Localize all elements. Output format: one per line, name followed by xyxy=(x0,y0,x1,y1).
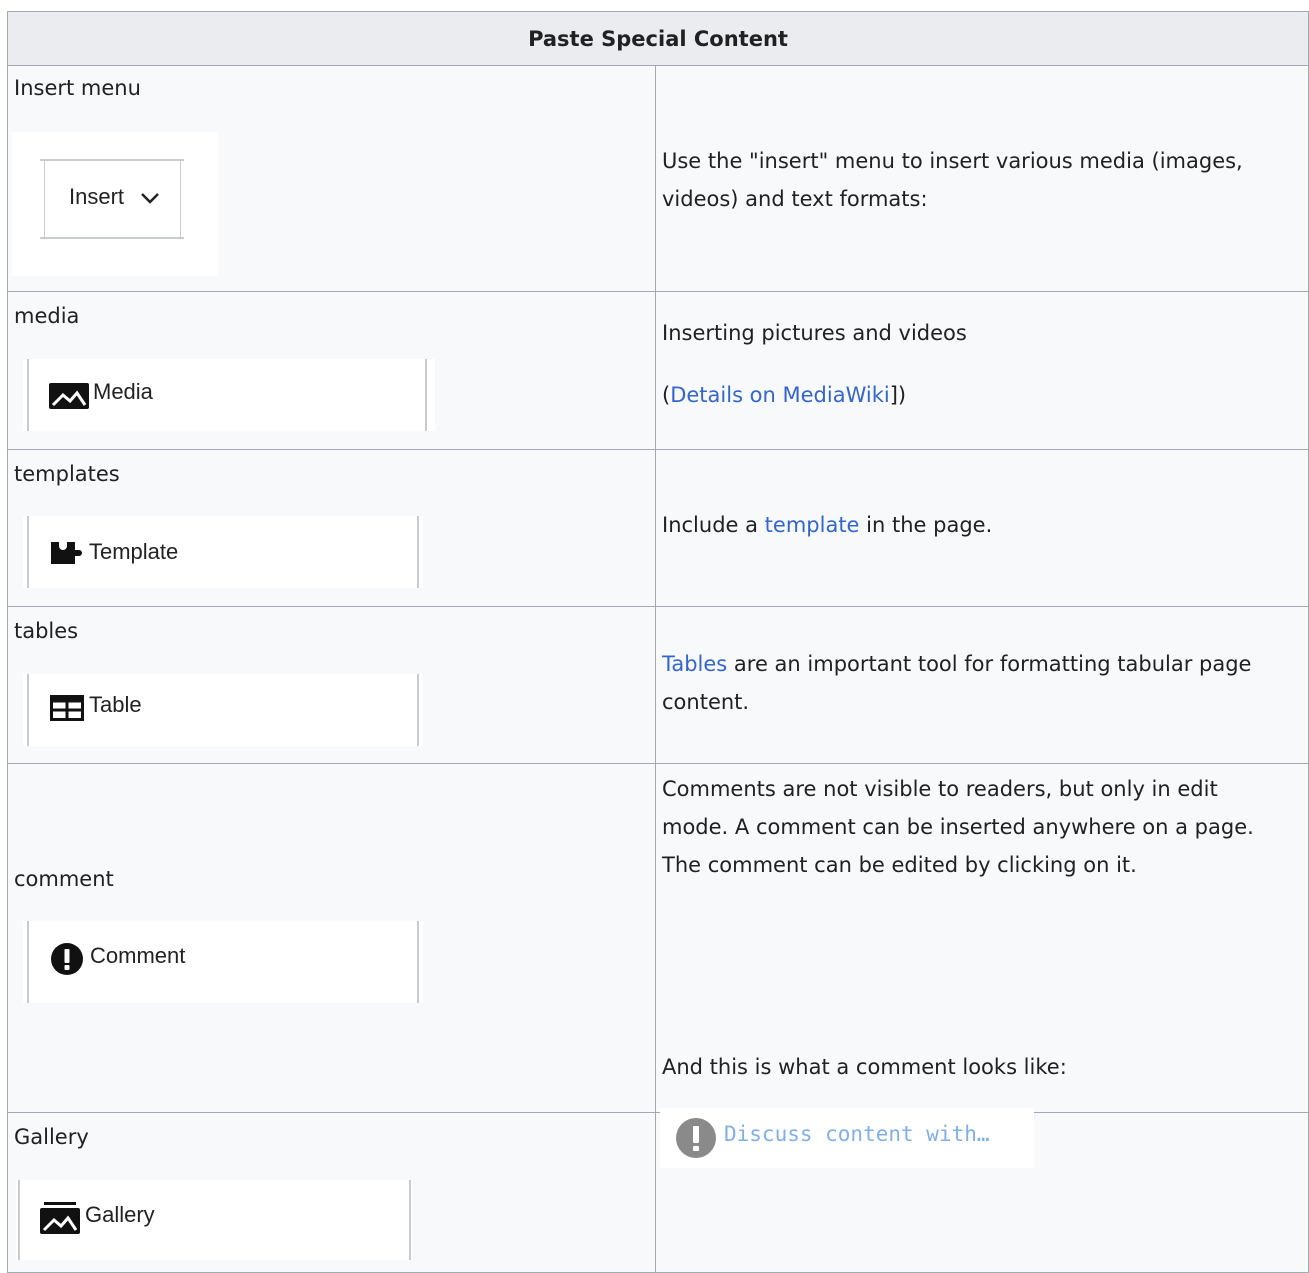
table-row: Insert menu Insert Use the "insert" menu… xyxy=(7,65,1309,292)
row-description: Tables are an important tool for formatt… xyxy=(662,645,1282,721)
table-row: media Media Inserting pictures and video… xyxy=(7,291,1309,450)
template-button-screenshot: Template xyxy=(23,516,423,588)
template-link[interactable]: template xyxy=(765,513,860,537)
gallery-icon xyxy=(40,1202,80,1234)
row-label-cell: media Media xyxy=(7,291,656,450)
details-on-mediawiki-link[interactable]: Details on MediaWiki xyxy=(670,383,890,407)
table-row: Gallery Gallery xyxy=(7,1112,1309,1273)
table-header-row: Paste Special Content xyxy=(7,11,1309,66)
template-desc-after: in the page. xyxy=(859,513,993,537)
table-button-screenshot: Table xyxy=(23,674,423,746)
gallery-button-label: Gallery xyxy=(85,1202,155,1227)
row-description: Use the "insert" menu to insert various … xyxy=(662,149,1243,211)
row-description: Inserting pictures and videos (Details o… xyxy=(662,314,1262,414)
table-row: tables Table Tables are an important too… xyxy=(7,606,1309,764)
row-description: Include a template in the page. xyxy=(662,506,1262,544)
row-label: templates xyxy=(14,462,120,486)
paren-close: ]) xyxy=(889,383,907,407)
row-label-cell: Insert menu Insert xyxy=(7,65,656,292)
row-label: tables xyxy=(14,619,79,643)
chevron-down-icon xyxy=(141,193,159,204)
row-description-cell: Use the "insert" menu to insert various … xyxy=(655,65,1309,292)
row-description-cell: Comments are not visible to readers, but… xyxy=(655,763,1309,1168)
gallery-button-screenshot: Gallery xyxy=(16,1180,413,1260)
paren-open: ( xyxy=(662,383,671,407)
table-row: comment Comment Comments are not visible… xyxy=(7,763,1309,1168)
exclamation-icon xyxy=(51,943,83,975)
table-row: templates Template Include a template in… xyxy=(7,449,1309,607)
media-button-screenshot: Media xyxy=(23,359,435,431)
row-label: Insert menu xyxy=(14,76,141,100)
row-label-cell: templates Template xyxy=(7,449,656,607)
paste-special-table: Paste Special Content Insert menu Insert… xyxy=(7,11,1309,1273)
template-button-label: Template xyxy=(89,539,179,564)
comment-example-text: Discuss content with… xyxy=(724,1122,990,1146)
comment-button-label: Comment xyxy=(90,943,186,968)
row-label-cell: Gallery Gallery xyxy=(7,1112,656,1273)
row-label: Gallery xyxy=(14,1125,89,1149)
comment-example-screenshot: Discuss content with… xyxy=(660,1108,1034,1168)
insert-button-label: Insert xyxy=(69,184,125,209)
comment-button-screenshot: Comment xyxy=(23,921,423,1003)
media-button-label: Media xyxy=(93,379,153,404)
comment-exclamation-icon xyxy=(676,1118,716,1158)
puzzle-icon xyxy=(51,542,82,564)
comment-description-2: And this is what a comment looks like: xyxy=(662,1055,1067,1079)
tables-link[interactable]: Tables xyxy=(662,652,727,676)
row-description-cell: Tables are an important tool for formatt… xyxy=(655,606,1309,764)
row-label: comment xyxy=(14,867,114,891)
tables-desc-after: are an important tool for formatting tab… xyxy=(662,652,1252,714)
table-button-label: Table xyxy=(89,692,142,717)
comment-description: Comments are not visible to readers, but… xyxy=(662,777,1254,877)
table-header: Paste Special Content xyxy=(7,11,1309,66)
row-label-cell: comment Comment xyxy=(7,763,656,1113)
media-description: Inserting pictures and videos xyxy=(662,321,967,345)
row-label: media xyxy=(14,304,80,328)
table-icon xyxy=(50,695,84,721)
template-desc-before: Include a xyxy=(662,513,765,537)
image-icon xyxy=(49,383,89,409)
row-description-cell: Inserting pictures and videos (Details o… xyxy=(655,291,1309,450)
row-description-cell: Include a template in the page. xyxy=(655,449,1309,607)
row-label-cell: tables Table xyxy=(7,606,656,764)
insert-menu-screenshot: Insert xyxy=(12,132,218,276)
